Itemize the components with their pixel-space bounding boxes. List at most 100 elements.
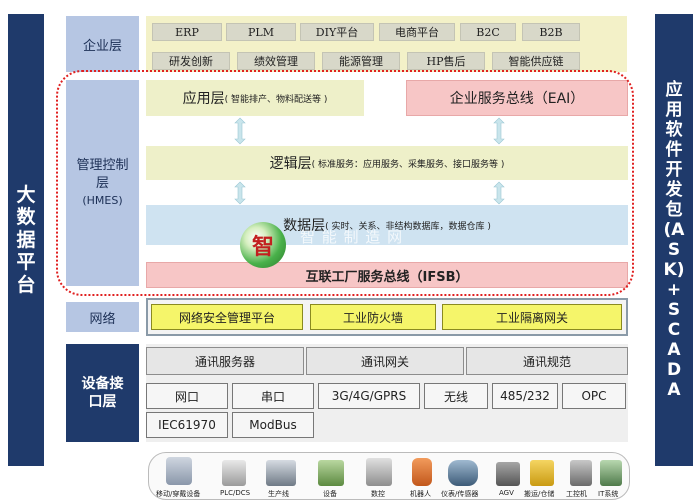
device-caption: PLC/DCS (220, 489, 251, 497)
right-bar-char: 发 (665, 179, 683, 200)
right-bar-char: 包 (665, 199, 683, 220)
network-security-platform: 网络安全管理平台 (151, 304, 303, 330)
device-icon-robot (412, 458, 432, 486)
port-label: 485/232 (500, 389, 550, 403)
tag-label: 能源管理 (339, 55, 383, 68)
left-bar-char: 平 (16, 251, 36, 274)
tag-label: 研发创新 (169, 55, 213, 68)
left-bar-char: 台 (16, 273, 36, 296)
right-bar-char: 软 (665, 119, 683, 140)
tag-smart-supply-chain: 智能供应链 (492, 52, 580, 70)
watermark-text: 智 能 制 造 网 (300, 228, 404, 246)
tag-b2c: B2C (460, 23, 516, 41)
device-caption: 移动/穿戴设备 (156, 490, 201, 498)
device-label-line: 口层 (88, 394, 117, 410)
left-bar-big-data-platform: 大 数 据 平 台 (8, 14, 44, 466)
protocol-label: ModBus (249, 418, 297, 432)
device-layer-label: 设备接 口层 (66, 344, 139, 442)
device-caption: 机器人 (410, 490, 431, 498)
tag-diy-platform: DIY平台 (300, 23, 374, 41)
tag-label: ERP (175, 25, 199, 39)
port-label: 3G/4G/GPRS (331, 389, 407, 403)
watermark-logo: 智 (240, 222, 286, 268)
network-item-label: 工业隔离网关 (495, 310, 568, 325)
protocol-modbus: ModBus (232, 412, 314, 438)
device-caption: 数控 (371, 490, 385, 498)
right-bar-app-dev-kit: 应 用 软 件 开 发 包 (A S K) + S C A D A (655, 14, 693, 466)
device-icon-plc (222, 460, 246, 486)
device-caption: 设备 (323, 490, 337, 498)
device-icon-ipc (570, 460, 592, 486)
right-bar-char: S (667, 300, 681, 321)
device-icon-sensor (448, 460, 478, 486)
right-bar-char: + (666, 280, 682, 301)
tag-performance: 绩效管理 (237, 52, 315, 70)
right-bar-char: (A (663, 219, 685, 240)
device-caption: 生产线 (268, 490, 289, 498)
network-item-label: 工业防火墙 (342, 310, 403, 325)
tag-ecommerce: 电商平台 (379, 23, 455, 41)
left-bar-char: 据 (16, 228, 36, 251)
tag-label: 绩效管理 (254, 55, 298, 68)
device-icon-equipment (318, 460, 344, 486)
right-bar-char: K) (663, 260, 685, 281)
device-icon-warehouse (530, 460, 554, 486)
device-top-label: 通讯网关 (360, 354, 409, 369)
comm-gateway: 通讯网关 (306, 347, 464, 375)
right-bar-char: A (667, 340, 681, 361)
tag-erp: ERP (152, 23, 222, 41)
device-icon-agv (496, 462, 520, 486)
tag-label: HP售后 (426, 55, 466, 68)
port-label: 网口 (174, 389, 199, 404)
right-bar-char: D (666, 360, 682, 381)
port-485-232: 485/232 (492, 383, 558, 409)
port-serial: 串口 (232, 383, 314, 409)
tag-label: B2C (476, 25, 500, 39)
tag-energy: 能源管理 (322, 52, 400, 70)
network-layer-label-text: 网络 (89, 311, 116, 327)
device-icon-cnc (366, 458, 392, 486)
port-ethernet: 网口 (146, 383, 228, 409)
port-3g-4g-gprs: 3G/4G/GPRS (318, 383, 420, 409)
tag-b2b: B2B (522, 23, 580, 41)
mgmt-layer-outline (56, 70, 634, 296)
right-bar-char: 用 (665, 99, 683, 120)
port-label: 无线 (443, 389, 468, 404)
right-bar-char: 应 (665, 79, 683, 100)
device-top-label: 通讯服务器 (194, 354, 255, 369)
right-bar-char: 件 (665, 139, 683, 160)
tag-label: 智能供应链 (508, 55, 564, 68)
tag-label: B2B (539, 25, 563, 39)
protocol-label: IEC61970 (158, 418, 216, 432)
device-label-line: 设备接 (81, 375, 124, 392)
left-bar-char: 大 (16, 183, 36, 206)
tag-hp-aftersales: HP售后 (407, 52, 485, 70)
port-label: OPC (581, 389, 607, 403)
network-item-label: 网络安全管理平台 (178, 310, 275, 325)
device-caption: 仪表/传感器 (441, 490, 479, 498)
watermark-url: gkzhan.com (316, 246, 377, 257)
device-caption: AGV (499, 489, 514, 497)
device-caption: IT系统 (598, 490, 619, 498)
comm-spec: 通讯规范 (466, 347, 628, 375)
tag-label: PLM (248, 25, 274, 39)
device-icon-it-system (600, 460, 622, 486)
left-bar-char: 数 (16, 206, 36, 229)
enterprise-layer-label-text: 企业层 (82, 38, 122, 54)
port-opc: OPC (562, 383, 626, 409)
port-label: 串口 (260, 389, 285, 404)
tag-label: DIY平台 (315, 26, 359, 39)
network-layer-label: 网络 (66, 302, 139, 332)
device-caption: 搬运/仓储 (524, 490, 555, 498)
industrial-firewall: 工业防火墙 (310, 304, 436, 330)
comm-server: 通讯服务器 (146, 347, 304, 375)
right-bar-char: S (667, 240, 681, 260)
protocol-iec61970: IEC61970 (146, 412, 228, 438)
device-icon-production-line (266, 460, 296, 486)
watermark-logo-char: 智 (251, 235, 274, 260)
device-top-label: 通讯规范 (522, 354, 571, 369)
industrial-isolation-gateway: 工业隔离网关 (442, 304, 622, 330)
right-bar-char: A (667, 380, 681, 401)
right-bar-char: 开 (665, 159, 683, 180)
enterprise-layer-label: 企业层 (66, 16, 139, 72)
